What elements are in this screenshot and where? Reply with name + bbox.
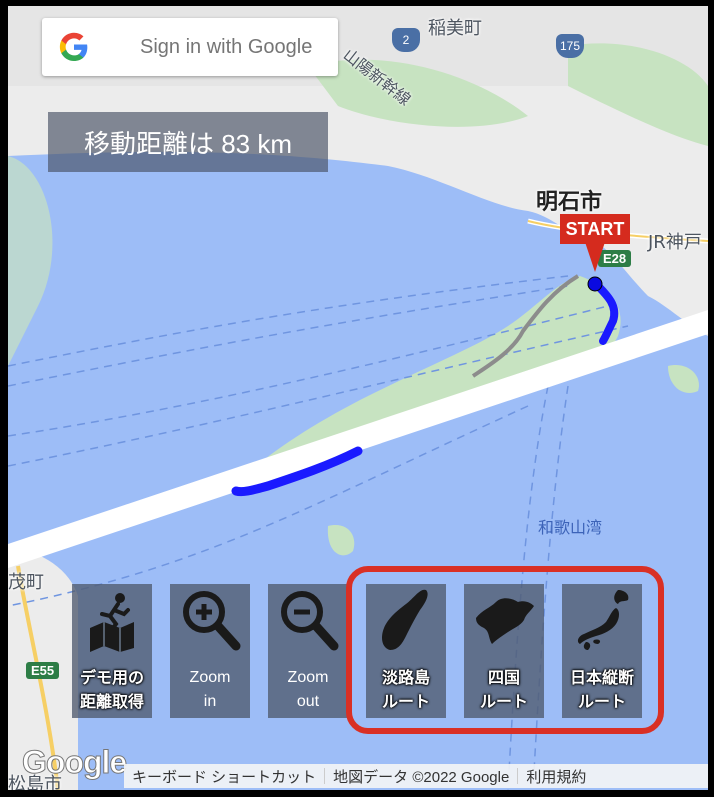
google-logo: Google <box>21 744 127 781</box>
start-marker[interactable]: START <box>560 214 630 244</box>
map-view[interactable]: 稲美町 JR神戸 山陽新幹線 和歌山湾 茂町 松島市 2 175 E28 E55… <box>8 6 708 790</box>
keyboard-shortcuts-link[interactable]: キーボード ショートカット <box>124 766 324 787</box>
zoom-out-button[interactable]: Zoom out <box>268 584 348 718</box>
bay-label: 和歌山湾 <box>538 518 603 537</box>
zoom-out-icon <box>281 591 339 651</box>
runner-map-icon <box>90 593 134 652</box>
zoom-out-label: Zoom out <box>287 669 329 710</box>
demo-button-label: デモ用の 距離取得 <box>79 668 144 711</box>
google-signin-button[interactable]: Sign in with Google <box>42 18 338 76</box>
e55-shield: E55 <box>26 662 60 679</box>
google-g-icon <box>59 32 88 61</box>
city-label: 明石市 <box>536 190 603 215</box>
demo-distance-button[interactable]: デモ用の 距離取得 <box>72 584 152 718</box>
zoom-in-button[interactable]: Zoom in <box>170 584 250 718</box>
map-data-attribution: 地図データ ©2022 Google <box>333 768 510 786</box>
terms-link[interactable]: 利用規約 <box>518 766 594 787</box>
route-buttons-highlight <box>346 566 664 734</box>
map-footer: キーボード ショートカット 地図データ ©2022 Google 利用規約 <box>124 764 708 788</box>
left-town-label: 茂町 <box>8 572 44 593</box>
route-175-shield: 175 <box>556 34 584 58</box>
route-2-shield: 2 <box>392 28 420 52</box>
start-marker-pin <box>585 242 605 272</box>
signin-label: Sign in with Google <box>140 35 313 58</box>
app-frame: 稲美町 JR神戸 山陽新幹線 和歌山湾 茂町 松島市 2 175 E28 E55… <box>0 0 714 797</box>
zoom-in-icon <box>183 591 241 651</box>
zoom-in-label: Zoom in <box>189 669 231 710</box>
jr-label: JR神戸 <box>648 232 702 253</box>
distance-display: 移動距離は 83 km <box>48 112 328 172</box>
town-label: 稲美町 <box>428 18 482 39</box>
